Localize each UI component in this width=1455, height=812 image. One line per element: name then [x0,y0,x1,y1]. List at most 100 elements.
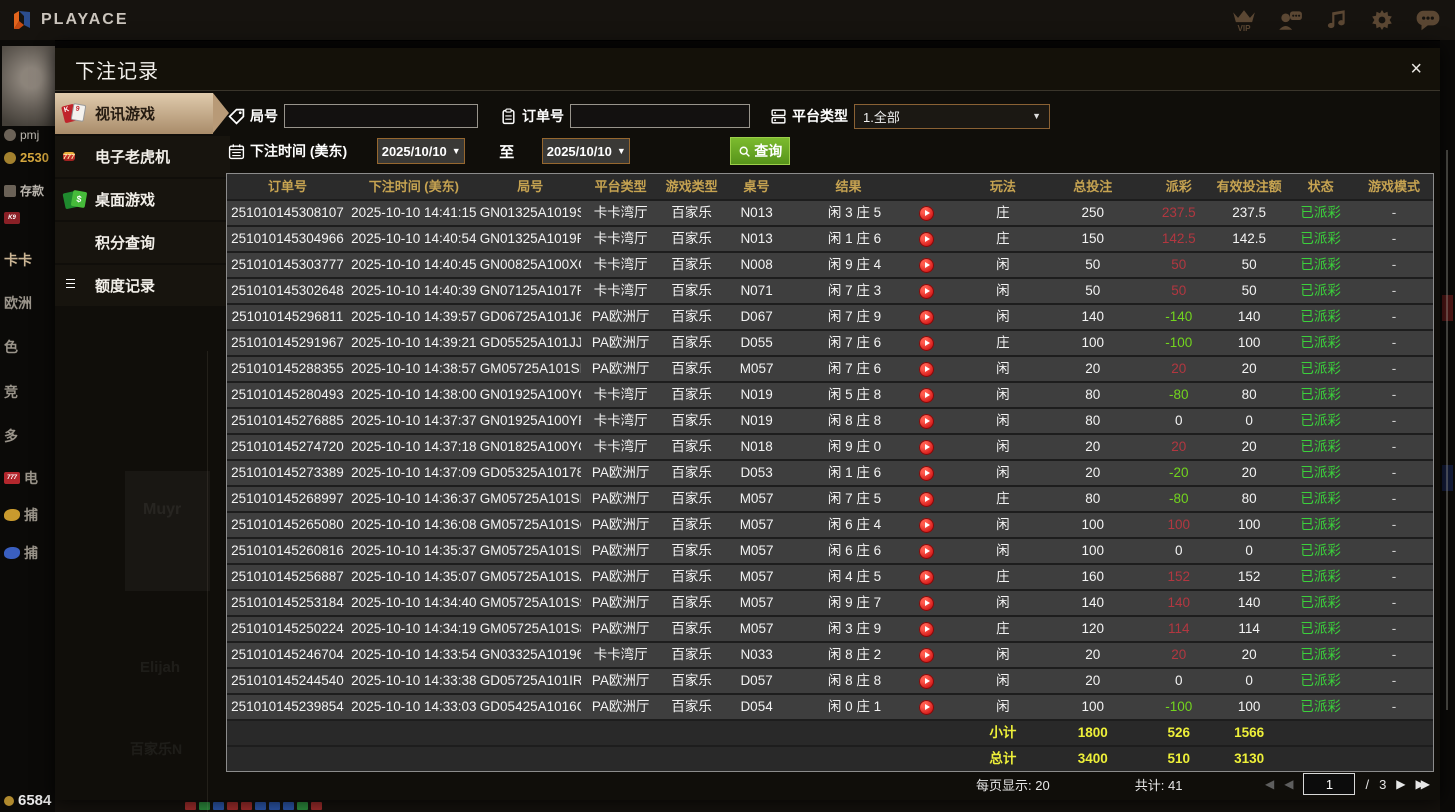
table-row: 251010145288355 2025-10-10 14:38:57 GM05… [227,355,1433,381]
table-row: 251010145239854 2025-10-10 14:33:03 GD05… [227,693,1433,719]
bet-time: 2025-10-10 14:37:18 [351,439,477,454]
menu-item-credit-records[interactable]: 额度记录 [55,265,230,306]
platform-type: 卡卡湾厅 [593,647,648,662]
result-cell: 闲 7 庄 6 [791,331,966,355]
payout: 152 [1167,569,1190,584]
table-number: N008 [740,257,773,272]
status-badge: 已派彩 [1300,257,1341,272]
table-row: 251010145303777 2025-10-10 14:40:45 GN00… [227,251,1433,277]
status-badge: 已派彩 [1300,283,1341,298]
replay-play-button[interactable] [918,309,934,325]
replay-play-button[interactable] [918,543,934,559]
column-header: 游戏模式 [1368,179,1421,194]
replay-play-button[interactable] [918,361,934,377]
column-header: 结果 [835,179,862,194]
tag-icon [228,108,245,125]
game-type: 百家乐 [671,517,712,532]
result-cell: 闲 7 庄 6 [791,357,966,381]
music-icon[interactable] [1323,8,1349,32]
menu-item-slots[interactable]: 777 电子老虎机 [55,136,230,177]
bet-option: 闲 [996,257,1010,272]
page-input[interactable] [1303,773,1356,795]
total-bet: 80 [1085,387,1101,402]
result-cell: 闲 8 庄 8 [791,669,966,693]
order-number: 251010145274720 [231,439,344,454]
round-input[interactable] [284,104,478,128]
round-number: GM05725A101SI [479,361,581,376]
replay-play-button[interactable] [918,517,934,533]
payout: -140 [1165,309,1193,324]
result-cell: 闲 1 庄 6 [791,227,966,251]
round-number: GN01925A100YP [479,413,581,428]
replay-play-button[interactable] [918,465,934,481]
date-from-select[interactable]: 2025/10/10 ▼ [377,138,466,164]
date-to-select[interactable]: 2025/10/10 ▼ [542,138,631,164]
order-number: 251010145265080 [231,517,344,532]
round-number: GD06725A101J6 [479,309,581,324]
vip-icon[interactable]: VIP [1231,8,1257,32]
next-page-icon[interactable]: ▶ [1396,777,1405,791]
replay-play-button[interactable] [918,335,934,351]
chat-icon[interactable] [1415,8,1441,32]
replay-play-button[interactable] [918,439,934,455]
game-type: 百家乐 [671,257,712,272]
result-cell: 闲 4 庄 5 [791,565,966,589]
column-header: 有效投注额 [1216,179,1282,194]
search-button[interactable]: 查询 [730,137,791,165]
valid-bet: 0 [1245,673,1253,688]
platform-select[interactable]: 1.全部 ▼ [854,103,1050,129]
customer-service-icon[interactable] [1277,8,1303,32]
replay-play-button[interactable] [918,205,934,221]
table-number: N019 [740,387,773,402]
order-number: 251010145303777 [231,257,344,272]
replay-play-button[interactable] [918,621,934,637]
round-number: GN07125A1017P [479,283,581,298]
clipboard-icon [502,107,515,124]
cards-icon: K9 [4,212,20,224]
round-number: GN03325A10196 [479,647,581,662]
game-mode: - [1391,699,1397,714]
bet-time: 2025-10-10 14:41:15 [351,205,477,220]
game-mode: - [1391,309,1397,324]
first-page-icon[interactable]: ◀ [1265,777,1274,791]
menu-item-points[interactable]: 积分查询 [55,222,230,263]
replay-play-button[interactable] [918,491,934,507]
order-number: 251010145268997 [231,491,344,506]
table-number: M057 [739,595,774,610]
game-mode: - [1391,595,1397,610]
menu-item-live-games[interactable]: K9 视讯游戏 [55,93,229,134]
replay-play-button[interactable] [918,699,934,715]
status-badge: 已派彩 [1300,205,1341,220]
last-page-icon[interactable]: ▶▶ [1416,777,1431,791]
game-type: 百家乐 [671,335,712,350]
game-type: 百家乐 [671,569,712,584]
replay-play-button[interactable] [918,595,934,611]
order-number: 251010145256887 [231,569,344,584]
menu-item-table-games[interactable]: $ 桌面游戏 [55,179,230,220]
chevron-down-icon: ▼ [616,146,626,156]
scrollbar[interactable] [1446,150,1448,710]
replay-play-button[interactable] [918,257,934,273]
replay-play-button[interactable] [918,673,934,689]
replay-play-button[interactable] [918,231,934,247]
close-icon[interactable]: × [1410,59,1422,79]
replay-play-button[interactable] [918,569,934,585]
total-bet: 80 [1085,413,1101,428]
playace-logo[interactable]: PLAYACE [10,8,129,32]
platform-type: PA欧洲厅 [591,621,650,636]
replay-play-button[interactable] [918,647,934,663]
settings-gear-icon[interactable] [1369,8,1395,32]
date-from-value: 2025/10/10 [381,143,447,159]
table-number: N019 [740,413,773,428]
column-header: 状态 [1307,179,1334,194]
order-input[interactable] [570,104,750,128]
result-cell: 闲 0 庄 1 [791,695,966,719]
replay-play-button[interactable] [918,413,934,429]
replay-play-button[interactable] [918,283,934,299]
prev-page-icon[interactable]: ◀ [1284,777,1293,791]
table-number: D054 [740,699,773,714]
payout: -100 [1165,335,1193,350]
bet-option: 庄 [996,621,1010,636]
replay-play-button[interactable] [918,387,934,403]
column-header: 平台类型 [594,179,647,194]
